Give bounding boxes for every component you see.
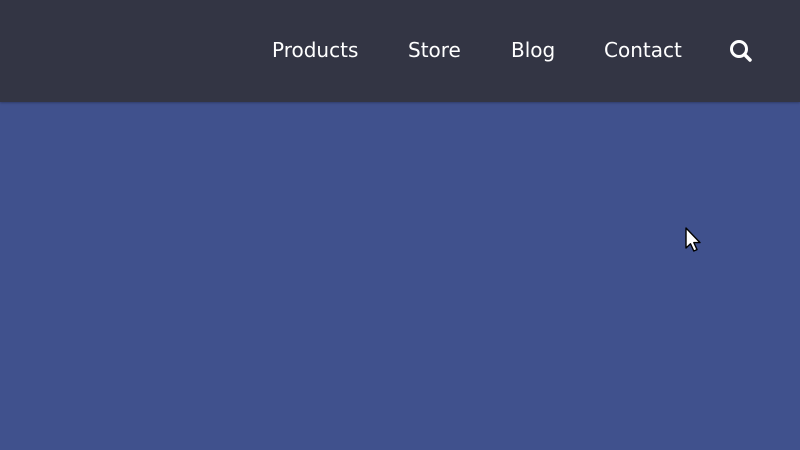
nav-link-products[interactable]: Products xyxy=(272,37,358,63)
site-header: Products Store Blog Contact xyxy=(0,0,800,102)
search-icon xyxy=(730,40,752,62)
search-button[interactable] xyxy=(726,36,756,66)
hero-section xyxy=(0,102,800,450)
nav-link-blog[interactable]: Blog xyxy=(511,37,555,63)
nav-link-contact[interactable]: Contact xyxy=(604,37,682,63)
nav-link-store[interactable]: Store xyxy=(408,37,461,63)
main-navigation: Products Store Blog Contact xyxy=(0,0,800,102)
